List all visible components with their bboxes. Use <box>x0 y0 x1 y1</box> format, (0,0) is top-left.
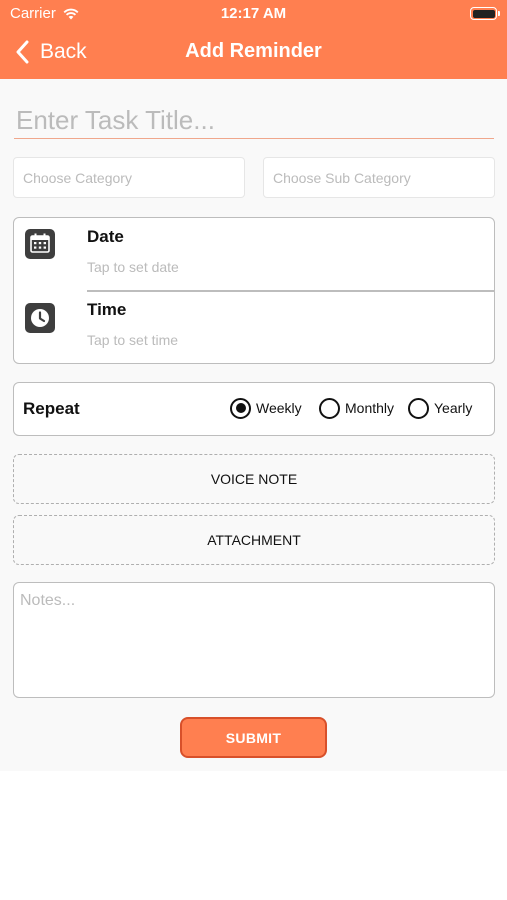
clock-icon <box>25 303 55 333</box>
category-placeholder: Choose Category <box>23 170 132 186</box>
voice-note-button[interactable]: VOICE NOTE <box>13 454 495 504</box>
reminder-form: Choose Category Choose Sub Category <box>0 79 507 771</box>
time-hint: Tap to set time <box>87 332 179 348</box>
task-title-input[interactable] <box>14 103 494 139</box>
time-label: Time <box>87 300 127 319</box>
radio-selected-icon <box>230 397 251 419</box>
calendar-icon <box>25 229 55 259</box>
voice-note-label: VOICE NOTE <box>210 471 298 487</box>
back-button[interactable]: Back <box>14 38 87 66</box>
date-hint: Tap to set date <box>87 259 179 275</box>
chevron-left-icon <box>16 40 29 64</box>
battery-icon <box>470 7 500 20</box>
repeat-yearly-radio[interactable]: Yearly <box>408 397 472 419</box>
date-row[interactable]: Date Tap to set date <box>14 218 494 292</box>
time-row[interactable]: Time Tap to set time <box>14 291 494 364</box>
radio-unselected-icon <box>319 397 340 419</box>
repeat-weekly-radio[interactable]: Weekly <box>230 397 302 419</box>
category-select[interactable]: Choose Category <box>13 157 245 198</box>
repeat-weekly-label: Weekly <box>256 400 302 416</box>
date-time-card: Date Tap to set date Time Tap to set tim… <box>13 217 495 364</box>
submit-button[interactable]: SUBMIT <box>180 717 327 758</box>
attachment-label: ATTACHMENT <box>207 532 301 548</box>
notes-textarea[interactable] <box>13 582 495 698</box>
repeat-label: Repeat <box>23 399 80 418</box>
repeat-card: Repeat Weekly Monthly Yearly <box>13 382 495 436</box>
repeat-yearly-label: Yearly <box>434 400 473 416</box>
repeat-monthly-radio[interactable]: Monthly <box>319 397 394 419</box>
status-time: 12:17 AM <box>220 5 287 22</box>
sub-category-placeholder: Choose Sub Category <box>273 170 411 186</box>
sub-category-select[interactable]: Choose Sub Category <box>263 157 495 198</box>
status-bar: Carrier 12:17 AM <box>0 5 507 25</box>
back-label: Back <box>40 40 87 63</box>
repeat-monthly-label: Monthly <box>345 400 395 416</box>
nav-header: Carrier 12:17 AM Back Add Reminder <box>0 0 507 79</box>
radio-unselected-icon <box>408 397 429 419</box>
attachment-button[interactable]: ATTACHMENT <box>13 515 495 565</box>
date-label: Date <box>87 227 124 246</box>
